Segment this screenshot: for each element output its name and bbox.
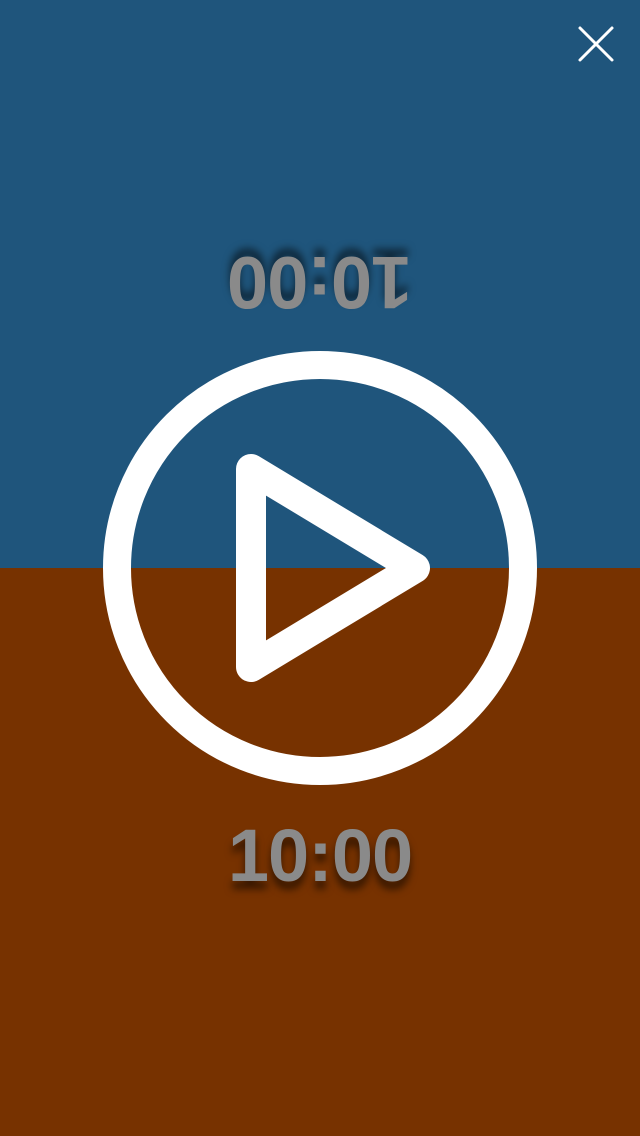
player-top-timer: 10:00 xyxy=(227,241,413,324)
chess-clock-screen: 10:00 10:00 xyxy=(0,0,640,1136)
play-button[interactable] xyxy=(103,351,537,785)
play-icon xyxy=(103,351,537,785)
close-icon xyxy=(578,26,614,62)
player-bottom-timer: 10:00 xyxy=(227,814,413,897)
close-button[interactable] xyxy=(574,22,618,66)
